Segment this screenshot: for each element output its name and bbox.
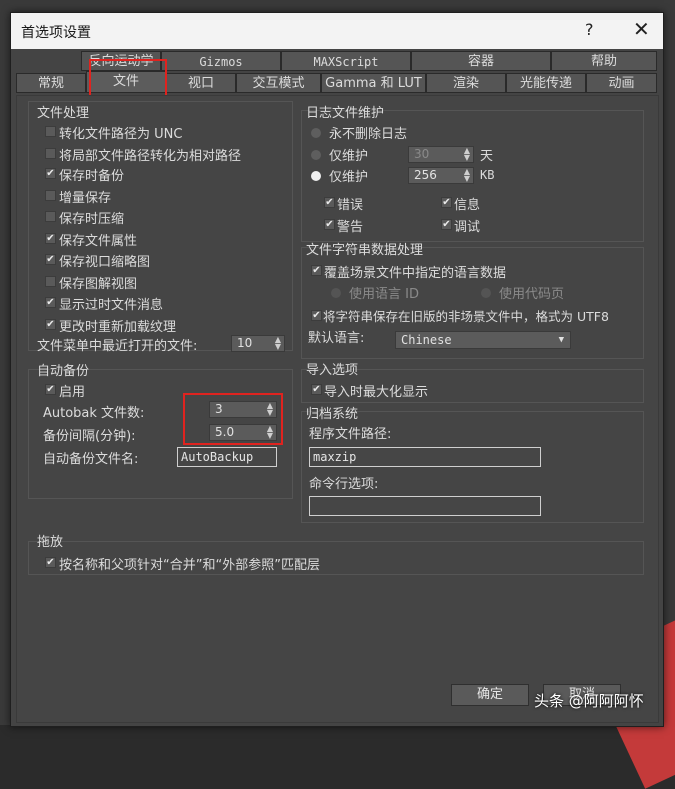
recent-files-label: 文件菜单中最近打开的文件: — [37, 339, 198, 354]
tab-rendering[interactable]: 渲染 — [426, 73, 506, 93]
window-title: 首选项设置 — [21, 25, 91, 41]
tab-help[interactable]: 帮助 — [551, 51, 657, 71]
keep-kb-spinner[interactable]: 256 ▲ ▼ — [408, 167, 474, 184]
checkbox-reload-textures[interactable]: ✔ — [45, 319, 56, 330]
close-button[interactable]: ✕ — [633, 17, 650, 41]
label-save-utf8: 将字符串保存在旧版的非场景文件中，格式为 UTF8 — [323, 309, 609, 324]
tab-containers[interactable]: 容器 — [411, 51, 551, 71]
recent-files-value: 10 — [237, 336, 253, 350]
label-maximize-on-import: 导入时最大化显示 — [324, 385, 429, 400]
cmdline-label: 命令行选项: — [309, 477, 379, 492]
program-path-input[interactable]: maxzip — [309, 447, 541, 467]
ok-button[interactable]: 确定 — [451, 684, 529, 706]
checkbox-relative-paths[interactable] — [45, 148, 56, 159]
checkbox-warnings[interactable]: ✔ — [324, 219, 335, 230]
spinner-arrows-icon[interactable]: ▲ ▼ — [275, 336, 281, 351]
strings-title: 文件字符串数据处理 — [306, 243, 424, 258]
recent-files-spinner[interactable]: 10 ▲ ▼ — [231, 335, 285, 352]
checkbox-obsolete-file-message[interactable]: ✔ — [45, 297, 56, 308]
checkbox-maximize-on-import[interactable]: ✔ — [311, 384, 322, 395]
watermark: 头条 @阿阿阿怀 — [534, 692, 644, 710]
label-never-delete: 永不删除日志 — [329, 127, 408, 142]
label-keep-kb: 仅维护 — [329, 170, 369, 185]
radio-keep-days[interactable] — [311, 150, 321, 160]
autobackup-name-label: 自动备份文件名: — [43, 452, 139, 467]
checkbox-info[interactable]: ✔ — [441, 197, 452, 208]
checkbox-override-language[interactable]: ✔ — [311, 265, 322, 276]
file-handling-title: 文件处理 — [37, 106, 90, 121]
tab-animation[interactable]: 动画 — [586, 73, 657, 93]
checkbox-backup-on-save[interactable]: ✔ — [45, 168, 56, 179]
checkbox-match-layers[interactable]: ✔ — [45, 557, 56, 568]
label-debug: 调试 — [454, 220, 481, 235]
backup-interval-label: 备份间隔(分钟): — [43, 429, 136, 444]
days-unit: 天 — [480, 149, 494, 164]
kb-unit: KB — [480, 168, 495, 182]
label-match-layers: 按名称和父项针对“合并”和“外部参照”匹配层 — [59, 558, 320, 573]
default-language-label: 默认语言: — [308, 331, 365, 346]
preferences-dialog: 首选项设置 ? ✕ 反向运动学 Gizmos MAXScript 容器 帮助 常… — [10, 12, 664, 727]
label-save-viewport-thumbnail: 保存视口缩略图 — [59, 255, 151, 270]
archive-title: 归档系统 — [306, 407, 359, 422]
spinner-arrows-icon[interactable]: ▲ ▼ — [464, 147, 470, 162]
keep-days-spinner[interactable]: 30 ▲ ▼ — [408, 146, 474, 163]
label-errors: 错误 — [337, 198, 364, 213]
tab-gizmos[interactable]: Gizmos — [161, 51, 281, 71]
checkbox-save-schematic-view[interactable] — [45, 276, 56, 287]
autobak-count-label: Autobak 文件数: — [43, 406, 145, 421]
tab-interaction[interactable]: 交互模式 — [236, 73, 321, 93]
tab-radiosity[interactable]: 光能传递 — [506, 73, 586, 93]
tab-maxscript[interactable]: MAXScript — [281, 51, 411, 71]
checkbox-save-viewport-thumbnail[interactable]: ✔ — [45, 254, 56, 265]
checkbox-debug[interactable]: ✔ — [441, 219, 452, 230]
tab-viewports[interactable]: 视口 — [166, 73, 236, 93]
title-bar: 首选项设置 ? ✕ — [11, 13, 663, 49]
checkbox-autobackup-enable[interactable]: ✔ — [45, 384, 56, 395]
autobackup-title: 自动备份 — [37, 364, 90, 379]
label-warnings: 警告 — [337, 220, 364, 235]
label-info: 信息 — [454, 198, 481, 213]
label-override-language: 覆盖场景文件中指定的语言数据 — [324, 266, 507, 281]
label-backup-on-save: 保存时备份 — [59, 169, 125, 184]
label-keep-days: 仅维护 — [329, 149, 369, 164]
radio-use-codepage[interactable] — [481, 288, 491, 298]
label-relative-paths: 将局部文件路径转化为相对路径 — [59, 149, 242, 164]
checkbox-incremental-save[interactable] — [45, 190, 56, 201]
help-button[interactable]: ? — [585, 20, 594, 39]
label-use-codepage: 使用代码页 — [499, 287, 565, 302]
program-path-label: 程序文件路径: — [309, 427, 392, 442]
keep-kb-value: 256 — [414, 168, 437, 182]
checkbox-unc[interactable] — [45, 126, 56, 137]
label-reload-textures: 更改时重新加载纹理 — [59, 320, 177, 335]
label-compress-on-save: 保存时压缩 — [59, 212, 125, 227]
label-save-file-properties: 保存文件属性 — [59, 234, 138, 249]
default-language-dropdown[interactable]: Chinese ▼ — [395, 331, 571, 349]
label-autobackup-enable: 启用 — [59, 385, 86, 400]
dragdrop-title: 拖放 — [37, 535, 64, 550]
checkbox-errors[interactable]: ✔ — [324, 197, 335, 208]
highlight-autobackup-settings — [183, 393, 283, 445]
radio-keep-kb[interactable] — [311, 171, 321, 181]
cmdline-input[interactable] — [309, 496, 541, 516]
checkbox-save-utf8[interactable]: ✔ — [311, 310, 322, 321]
keep-days-value: 30 — [414, 147, 430, 161]
radio-use-language-id[interactable] — [331, 288, 341, 298]
log-title: 日志文件维护 — [306, 106, 385, 121]
default-language-value: Chinese — [401, 333, 452, 347]
radio-never-delete[interactable] — [311, 128, 321, 138]
tab-general[interactable]: 常规 — [16, 73, 86, 93]
tab-gamma-lut[interactable]: Gamma 和 LUT — [321, 73, 426, 93]
label-unc: 转化文件路径为 UNC — [59, 127, 183, 142]
autobackup-name-input[interactable]: AutoBackup — [177, 447, 277, 467]
checkbox-compress-on-save[interactable] — [45, 211, 56, 222]
chevron-down-icon: ▼ — [558, 335, 564, 345]
label-obsolete-file-message: 显示过时文件消息 — [59, 298, 164, 313]
spinner-arrows-icon[interactable]: ▲ ▼ — [464, 168, 470, 183]
label-save-schematic-view: 保存图解视图 — [59, 277, 138, 292]
checkbox-save-file-properties[interactable]: ✔ — [45, 233, 56, 244]
label-use-language-id: 使用语言 ID — [349, 287, 419, 302]
label-incremental-save: 增量保存 — [59, 191, 112, 206]
import-title: 导入选项 — [306, 363, 359, 378]
